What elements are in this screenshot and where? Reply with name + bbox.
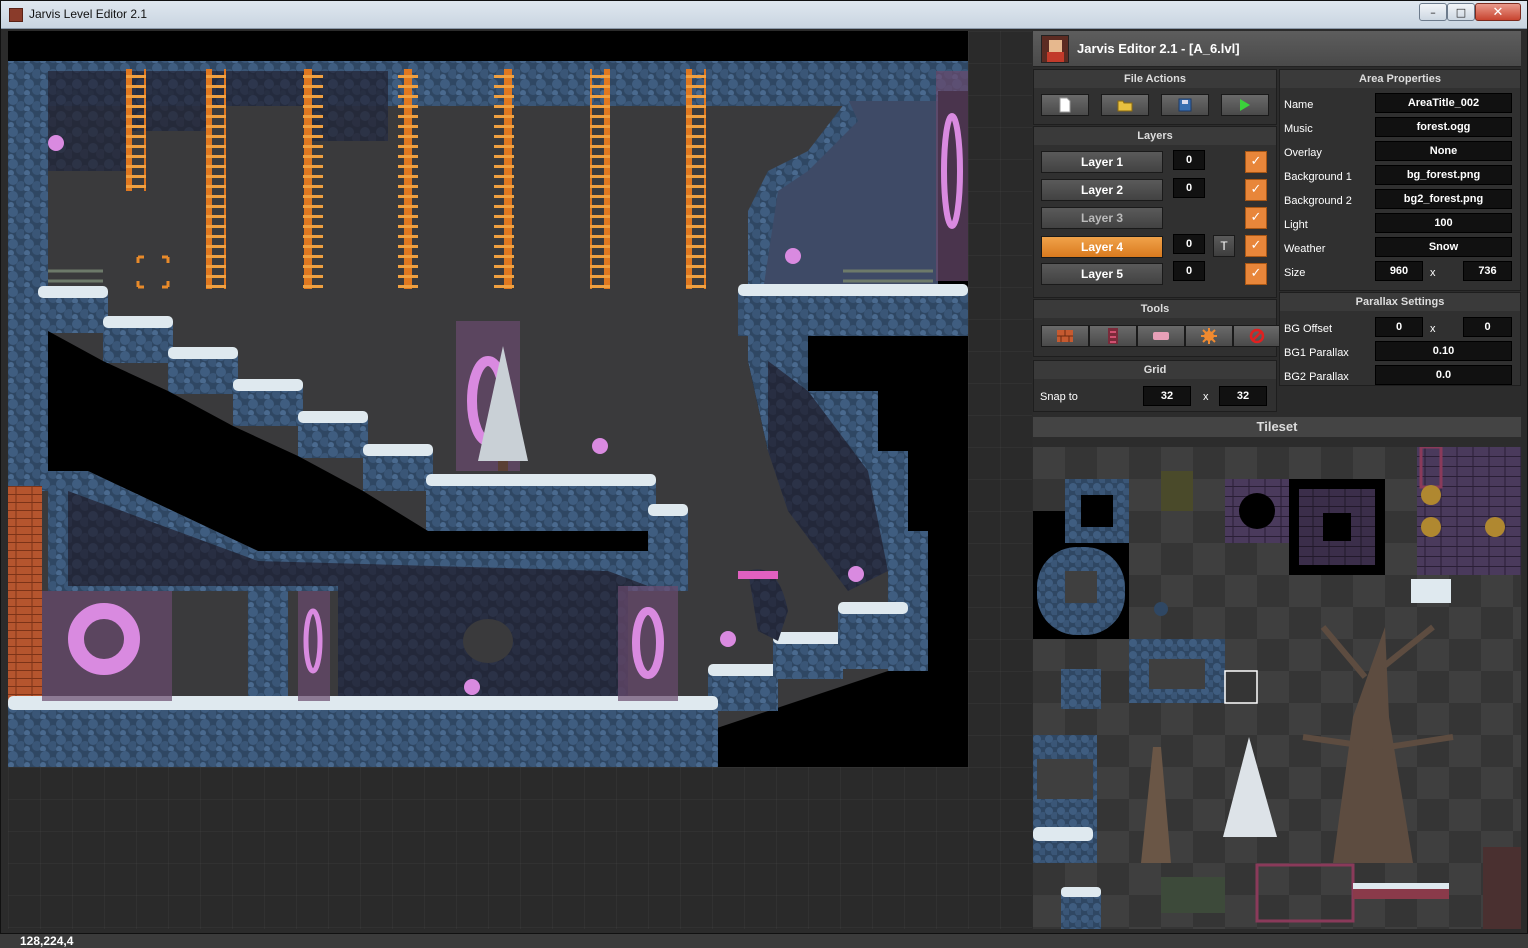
- ladder-tool-icon: [1108, 328, 1118, 344]
- new-file-button[interactable]: [1041, 94, 1089, 116]
- level-viewport[interactable]: 128,224,4: [8, 31, 1032, 948]
- parallax-title: Parallax Settings: [1280, 293, 1520, 311]
- snap-y-field[interactable]: 32: [1219, 386, 1267, 406]
- minimize-icon: –: [1430, 5, 1436, 19]
- close-icon: ✕: [1492, 4, 1504, 20]
- layer-1-button[interactable]: Layer 1: [1041, 151, 1163, 173]
- check-icon: ✓: [1250, 154, 1262, 169]
- snap-x-field[interactable]: 32: [1143, 386, 1191, 406]
- close-button[interactable]: ✕: [1475, 3, 1521, 21]
- weather-label: Weather: [1284, 243, 1326, 255]
- layer-1-visible-checkbox[interactable]: ✓: [1245, 151, 1267, 173]
- editor-window: Jarvis Level Editor 2.1 – □ ✕ 128,224,4 …: [0, 0, 1528, 948]
- layer-2-visible-checkbox[interactable]: ✓: [1245, 179, 1267, 201]
- bg-offset-label: BG Offset: [1284, 323, 1333, 335]
- light-field[interactable]: 100: [1375, 213, 1512, 233]
- background-1-field[interactable]: bg_forest.png: [1375, 165, 1512, 185]
- app-icon: [9, 8, 23, 22]
- minimize-button[interactable]: –: [1419, 3, 1447, 21]
- bg2-parallax-label: BG2 Parallax: [1284, 371, 1349, 383]
- layer-1-value[interactable]: 0: [1173, 150, 1205, 170]
- layer-5-button[interactable]: Layer 5: [1041, 263, 1163, 285]
- maximize-icon: □: [1455, 5, 1467, 19]
- platform-tool-button[interactable]: [1137, 325, 1185, 347]
- tileset-title: Tileset: [1033, 417, 1521, 437]
- bg-offset-x-field[interactable]: 0: [1375, 317, 1423, 337]
- save-file-button[interactable]: [1161, 94, 1209, 116]
- tileset-tiles[interactable]: [1033, 447, 1521, 929]
- level-canvas[interactable]: [8, 31, 968, 767]
- layers-title: Layers: [1034, 127, 1276, 145]
- background-2-label: Background 2: [1284, 195, 1352, 207]
- spike-tool-button[interactable]: [1185, 325, 1233, 347]
- light-label: Light: [1284, 219, 1308, 231]
- ladder-tool-button[interactable]: [1089, 325, 1137, 347]
- size-separator: x: [1430, 267, 1436, 279]
- area-name-field[interactable]: AreaTitle_002: [1375, 93, 1512, 113]
- size-height-field[interactable]: 736: [1463, 261, 1512, 281]
- brick-tool-icon: [1057, 330, 1073, 342]
- layer-5-visible-checkbox[interactable]: ✓: [1245, 263, 1267, 285]
- layer-3-visible-checkbox[interactable]: ✓: [1245, 207, 1267, 229]
- snap-separator: x: [1203, 391, 1209, 403]
- snap-label: Snap to: [1040, 391, 1078, 403]
- open-folder-icon: [1117, 100, 1133, 112]
- layer-5-value[interactable]: 0: [1173, 261, 1205, 281]
- check-icon: ✓: [1250, 238, 1262, 253]
- open-file-button[interactable]: [1101, 94, 1149, 116]
- background-2-field[interactable]: bg2_forest.png: [1375, 189, 1512, 209]
- area-properties-title: Area Properties: [1280, 70, 1520, 88]
- size-label: Size: [1284, 267, 1306, 279]
- layer-4-value[interactable]: 0: [1173, 234, 1205, 254]
- save-disk-icon: [1178, 98, 1192, 112]
- overlay-field[interactable]: None: [1375, 141, 1512, 161]
- level-map[interactable]: [8, 31, 968, 767]
- character-avatar: [1041, 35, 1069, 63]
- bg1-parallax-label: BG1 Parallax: [1284, 347, 1349, 359]
- file-actions-title: File Actions: [1034, 70, 1276, 88]
- tools-title: Tools: [1034, 300, 1276, 318]
- panel-title: Jarvis Editor 2.1 - [A_6.lvl]: [1077, 41, 1240, 56]
- layer-2-value[interactable]: 0: [1173, 178, 1205, 198]
- check-icon: ✓: [1250, 210, 1262, 225]
- layer-4-button[interactable]: Layer 4: [1041, 236, 1163, 258]
- size-width-field[interactable]: 960: [1375, 261, 1423, 281]
- erase-tool-button[interactable]: [1233, 325, 1281, 347]
- platform-tool-icon: [1153, 332, 1169, 340]
- maximize-button[interactable]: □: [1447, 3, 1475, 21]
- bg-offset-y-field[interactable]: 0: [1463, 317, 1512, 337]
- check-icon: ✓: [1250, 266, 1262, 281]
- check-icon: ✓: [1250, 182, 1262, 197]
- panel-header: Jarvis Editor 2.1 - [A_6.lvl]: [1033, 31, 1521, 67]
- layer-4-toggle-button[interactable]: T: [1213, 235, 1235, 257]
- bg1-parallax-field[interactable]: 0.10: [1375, 341, 1512, 361]
- layer-4-visible-checkbox[interactable]: ✓: [1245, 235, 1267, 257]
- brick-tool-button[interactable]: [1041, 325, 1089, 347]
- spike-tool-icon: [1201, 328, 1217, 344]
- overlay-label: Overlay: [1284, 147, 1322, 159]
- music-label: Music: [1284, 123, 1313, 135]
- offset-separator: x: [1430, 323, 1436, 335]
- title-bar[interactable]: Jarvis Level Editor 2.1 – □ ✕: [1, 1, 1527, 29]
- weather-field[interactable]: Snow: [1375, 237, 1512, 257]
- cursor-coordinates: 128,224,4: [20, 934, 74, 948]
- new-file-icon: [1059, 97, 1071, 113]
- layer-3-button[interactable]: Layer 3: [1041, 207, 1163, 229]
- tileset-palette[interactable]: [1033, 447, 1521, 929]
- play-button[interactable]: [1221, 94, 1269, 116]
- editor-panel: Jarvis Editor 2.1 - [A_6.lvl] File Actio…: [1033, 31, 1521, 929]
- layer-2-button[interactable]: Layer 2: [1041, 179, 1163, 201]
- background-1-label: Background 1: [1284, 171, 1352, 183]
- erase-tool-icon: [1249, 328, 1265, 344]
- play-icon: [1240, 99, 1250, 111]
- grid-title: Grid: [1034, 361, 1276, 379]
- name-label: Name: [1284, 99, 1314, 111]
- window-title: Jarvis Level Editor 2.1: [29, 7, 148, 21]
- music-field[interactable]: forest.ogg: [1375, 117, 1512, 137]
- bg2-parallax-field[interactable]: 0.0: [1375, 365, 1512, 385]
